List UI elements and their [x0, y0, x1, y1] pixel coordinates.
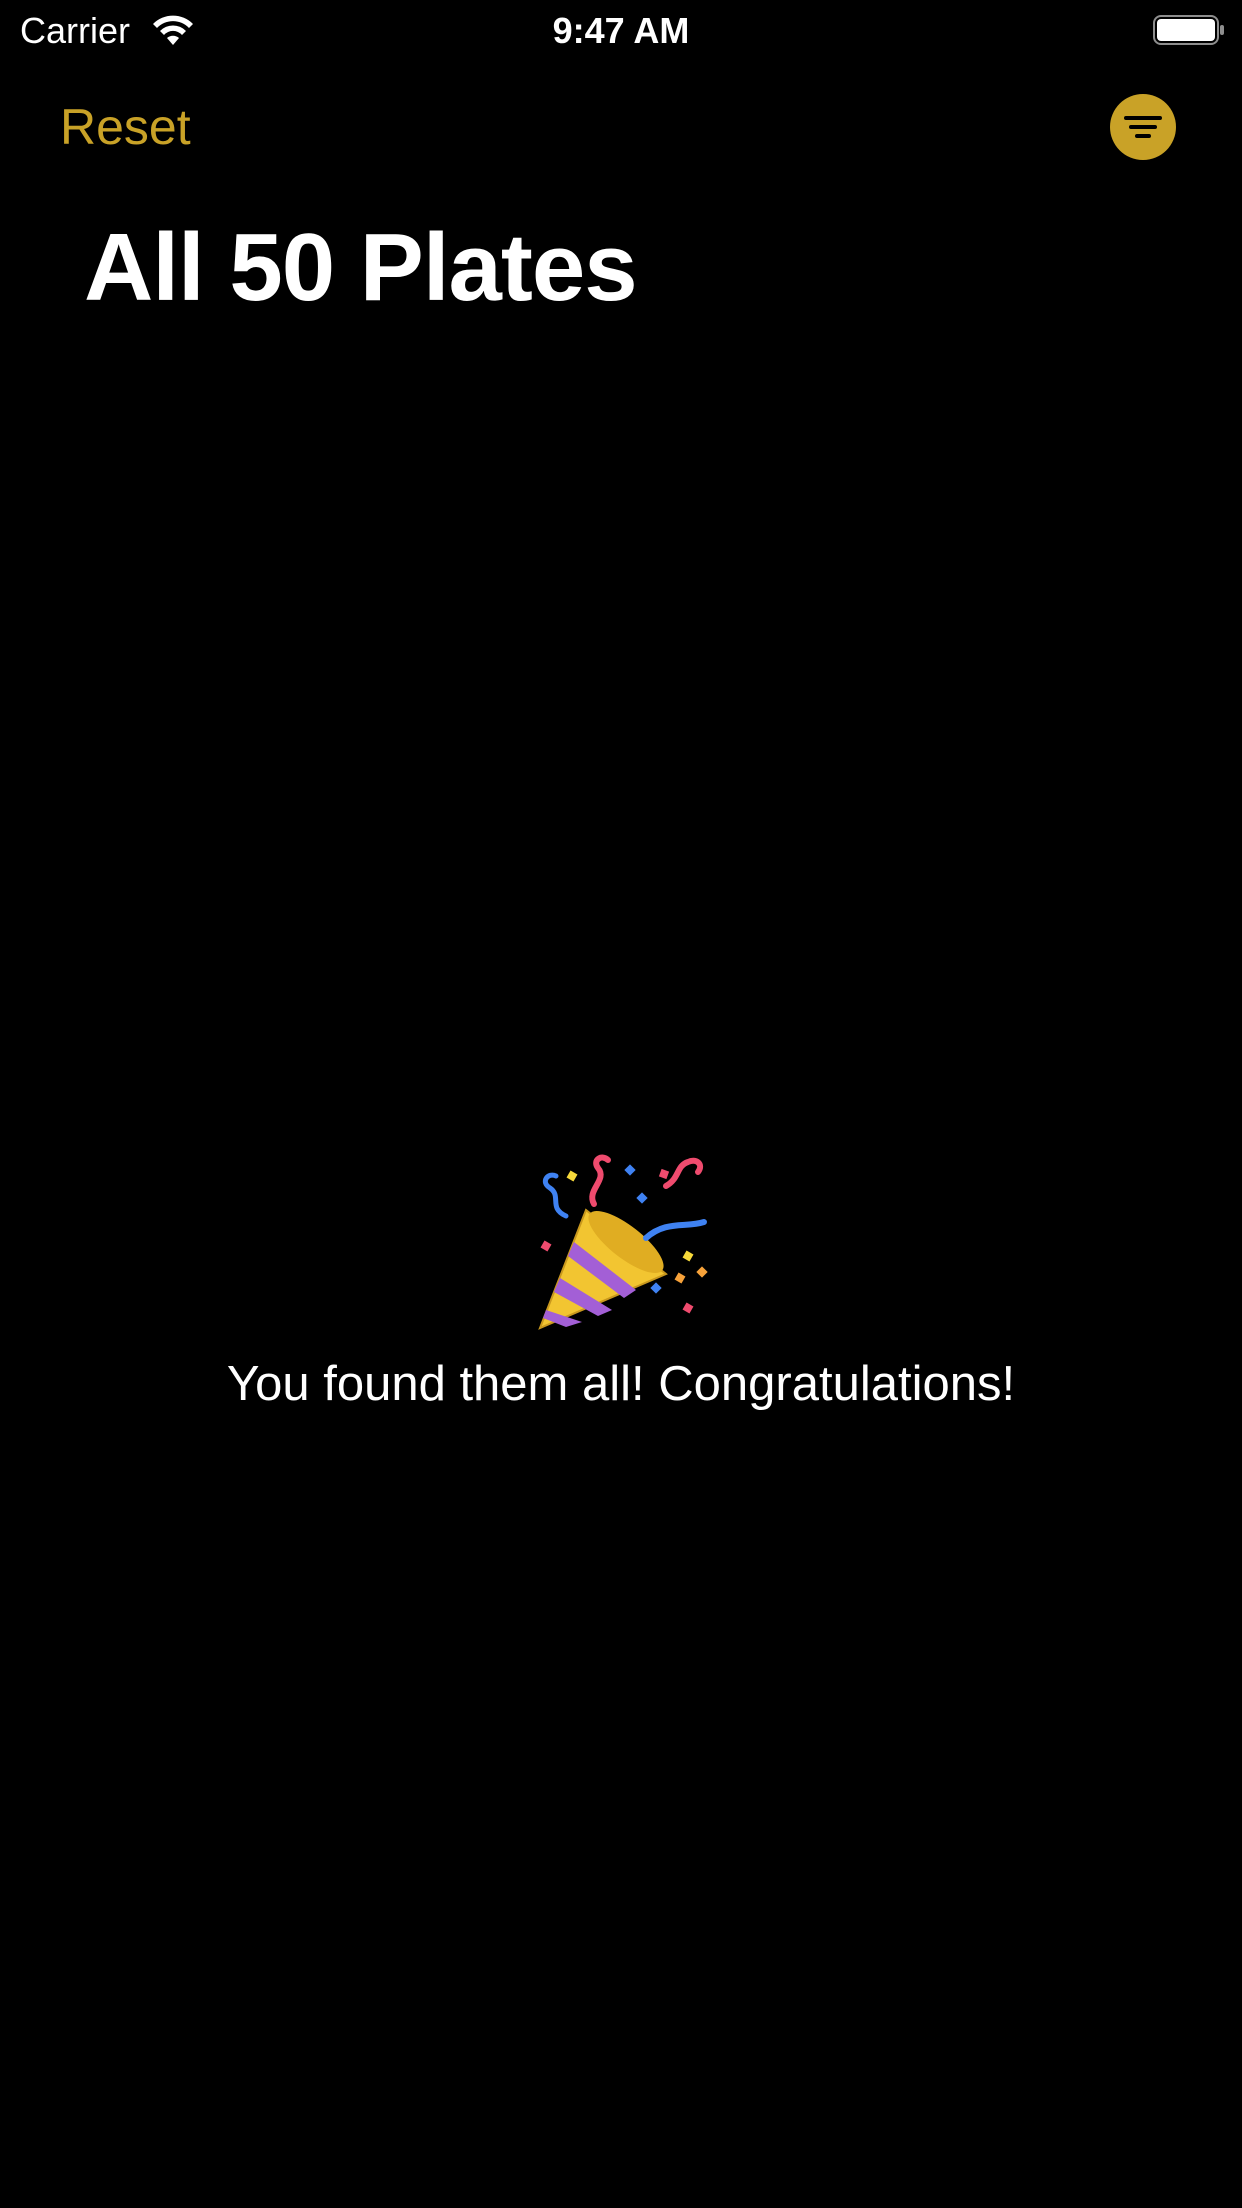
empty-state: You found them all! Congratulations!: [0, 1150, 1242, 1414]
page-title: All 50 Plates: [84, 214, 638, 321]
reset-button[interactable]: Reset: [60, 96, 191, 158]
filter-icon: [1124, 116, 1162, 138]
congratulations-message: You found them all! Congratulations!: [226, 1357, 1016, 1411]
battery-icon: [1153, 15, 1224, 45]
status-bar: Carrier 9:47 AM: [0, 0, 1242, 62]
status-time: 9:47 AM: [552, 10, 690, 51]
filter-button[interactable]: [1110, 94, 1176, 160]
party-popper-icon: [538, 1154, 708, 1330]
